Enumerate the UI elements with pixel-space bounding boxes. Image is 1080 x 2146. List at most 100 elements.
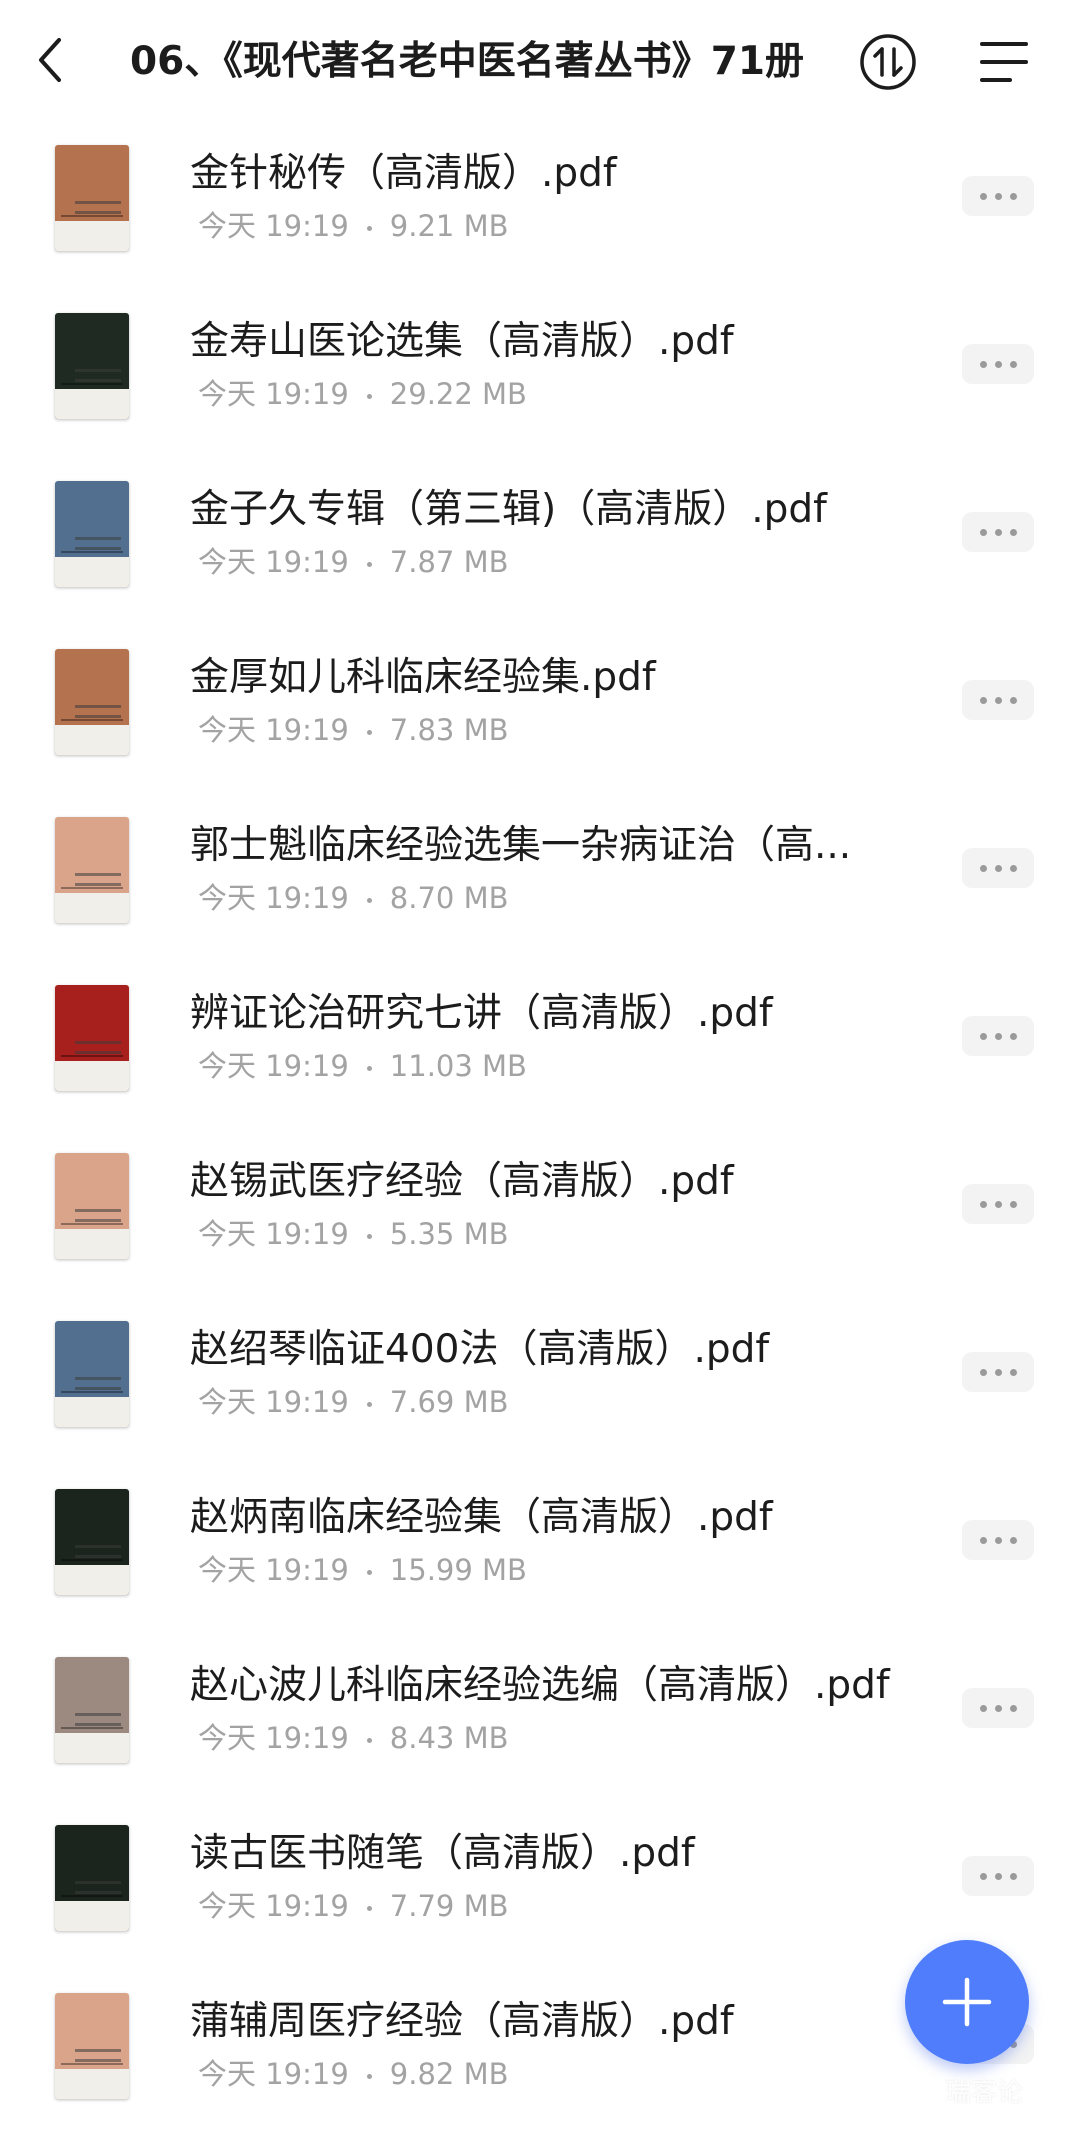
separator-dot	[366, 729, 372, 735]
file-name: 金寿山医论选集（高清版）.pdf	[190, 319, 734, 364]
more-dots-icon	[979, 1032, 987, 1040]
more-dots-icon	[979, 1200, 987, 1208]
file-meta: 今天 19:19 7.69 MB	[198, 1382, 509, 1422]
file-date: 今天 19:19	[198, 1889, 349, 1923]
file-size: 8.70 MB	[389, 881, 509, 915]
file-meta: 今天 19:19 11.03 MB	[198, 1046, 527, 1086]
pdf-cover-thumbnail	[55, 1489, 129, 1595]
file-meta: 今天 19:19 5.35 MB	[198, 1214, 509, 1254]
pdf-cover-thumbnail	[55, 1153, 129, 1259]
pdf-cover-thumbnail	[55, 1993, 129, 2099]
file-size: 8.43 MB	[389, 1721, 509, 1755]
menu-lines-icon	[980, 42, 1028, 82]
top-bar: 06、《现代著名老中医名著丛书》71册	[0, 0, 1080, 130]
pdf-cover-thumbnail	[55, 817, 129, 923]
file-date: 今天 19:19	[198, 209, 349, 243]
more-dots-icon	[979, 1536, 987, 1544]
pdf-cover-thumbnail	[55, 985, 129, 1091]
more-button[interactable]	[962, 1856, 1034, 1896]
file-date: 今天 19:19	[198, 1049, 349, 1083]
file-date: 今天 19:19	[198, 713, 349, 747]
more-dots-icon	[979, 1704, 987, 1712]
separator-dot	[366, 1065, 372, 1071]
file-name: 蒲辅周医疗经验（高清版）.pdf	[190, 1999, 734, 2044]
file-row[interactable]: 辨证论治研究七讲（高清版）.pdf 今天 19:19 11.03 MB	[0, 970, 1080, 1138]
file-meta: 今天 19:19 8.70 MB	[198, 878, 509, 918]
file-row[interactable]: 金针秘传（高清版）.pdf 今天 19:19 9.21 MB	[0, 130, 1080, 298]
separator-dot	[366, 897, 372, 903]
separator-dot	[366, 1569, 372, 1575]
file-date: 今天 19:19	[198, 1553, 349, 1587]
file-list: 金针秘传（高清版）.pdf 今天 19:19 9.21 MB 金寿山医论选集（高清…	[0, 130, 1080, 2146]
watermark-text: 瑞客论	[945, 2078, 1024, 2108]
file-size: 9.21 MB	[389, 209, 509, 243]
more-button[interactable]	[962, 1352, 1034, 1392]
more-button[interactable]	[962, 848, 1034, 888]
file-row[interactable]: 郭士魁临床经验选集一杂病证治（高... 今天 19:19 8.70 MB	[0, 802, 1080, 970]
file-meta: 今天 19:19 9.82 MB	[198, 2054, 509, 2094]
file-meta: 今天 19:19 8.43 MB	[198, 1718, 509, 1758]
separator-dot	[366, 561, 372, 567]
file-meta: 今天 19:19 15.99 MB	[198, 1550, 527, 1590]
separator-dot	[366, 1233, 372, 1239]
more-button[interactable]	[962, 1184, 1034, 1224]
file-size: 7.79 MB	[389, 1889, 509, 1923]
file-size: 7.87 MB	[389, 545, 509, 579]
plus-icon	[942, 1977, 992, 2027]
file-name: 辨证论治研究七讲（高清版）.pdf	[190, 991, 773, 1036]
back-button[interactable]	[22, 28, 78, 92]
file-date: 今天 19:19	[198, 1385, 349, 1419]
file-row[interactable]: 赵锡武医疗经验（高清版）.pdf 今天 19:19 5.35 MB	[0, 1138, 1080, 1306]
file-date: 今天 19:19	[198, 881, 349, 915]
file-meta: 今天 19:19 9.21 MB	[198, 206, 509, 246]
more-dots-icon	[979, 1368, 987, 1376]
pdf-cover-thumbnail	[55, 313, 129, 419]
file-date: 今天 19:19	[198, 1217, 349, 1251]
more-button[interactable]	[962, 344, 1034, 384]
separator-dot	[366, 1401, 372, 1407]
more-dots-icon	[979, 528, 987, 536]
file-name: 赵心波儿科临床经验选编（高清版）.pdf	[190, 1663, 890, 1708]
chevron-left-icon	[39, 38, 61, 82]
file-name: 郭士魁临床经验选集一杂病证治（高...	[190, 823, 852, 868]
file-size: 9.82 MB	[389, 2057, 509, 2091]
file-size: 15.99 MB	[389, 1553, 527, 1587]
pdf-cover-thumbnail	[55, 649, 129, 755]
separator-dot	[366, 1737, 372, 1743]
more-button[interactable]	[962, 512, 1034, 552]
more-button[interactable]	[962, 1520, 1034, 1560]
file-date: 今天 19:19	[198, 1721, 349, 1755]
more-button[interactable]	[962, 1016, 1034, 1056]
file-name: 金子久专辑（第三辑)（高清版）.pdf	[190, 487, 827, 532]
separator-dot	[366, 225, 372, 231]
file-row[interactable]: 金寿山医论选集（高清版）.pdf 今天 19:19 29.22 MB	[0, 298, 1080, 466]
pdf-cover-thumbnail	[55, 1657, 129, 1763]
more-dots-icon	[979, 864, 987, 872]
more-button[interactable]	[962, 176, 1034, 216]
add-button[interactable]	[905, 1940, 1029, 2064]
more-dots-icon	[979, 360, 987, 368]
menu-button[interactable]	[976, 34, 1032, 90]
file-date: 今天 19:19	[198, 2057, 349, 2091]
file-size: 29.22 MB	[389, 377, 527, 411]
file-row[interactable]: 金子久专辑（第三辑)（高清版）.pdf 今天 19:19 7.87 MB	[0, 466, 1080, 634]
separator-dot	[366, 2073, 372, 2079]
more-dots-icon	[979, 696, 987, 704]
file-row[interactable]: 赵炳南临床经验集（高清版）.pdf 今天 19:19 15.99 MB	[0, 1474, 1080, 1642]
page-title: 06、《现代著名老中医名著丛书》71册	[130, 39, 805, 84]
file-size: 7.83 MB	[389, 713, 509, 747]
file-row[interactable]: 赵心波儿科临床经验选编（高清版）.pdf 今天 19:19 8.43 MB	[0, 1642, 1080, 1810]
more-button[interactable]	[962, 1688, 1034, 1728]
file-row[interactable]: 赵绍琴临证400法（高清版）.pdf 今天 19:19 7.69 MB	[0, 1306, 1080, 1474]
file-size: 7.69 MB	[389, 1385, 509, 1419]
pdf-cover-thumbnail	[55, 1321, 129, 1427]
more-button[interactable]	[962, 680, 1034, 720]
separator-dot	[366, 1905, 372, 1911]
sort-arrows-icon	[860, 34, 916, 90]
file-name: 金厚如儿科临床经验集.pdf	[190, 655, 656, 700]
file-row[interactable]: 金厚如儿科临床经验集.pdf 今天 19:19 7.83 MB	[0, 634, 1080, 802]
sort-button[interactable]	[858, 32, 918, 92]
file-meta: 今天 19:19 7.87 MB	[198, 542, 509, 582]
file-meta: 今天 19:19 7.83 MB	[198, 710, 509, 750]
file-row[interactable]: 读古医书随笔（高清版）.pdf 今天 19:19 7.79 MB	[0, 1810, 1080, 1978]
